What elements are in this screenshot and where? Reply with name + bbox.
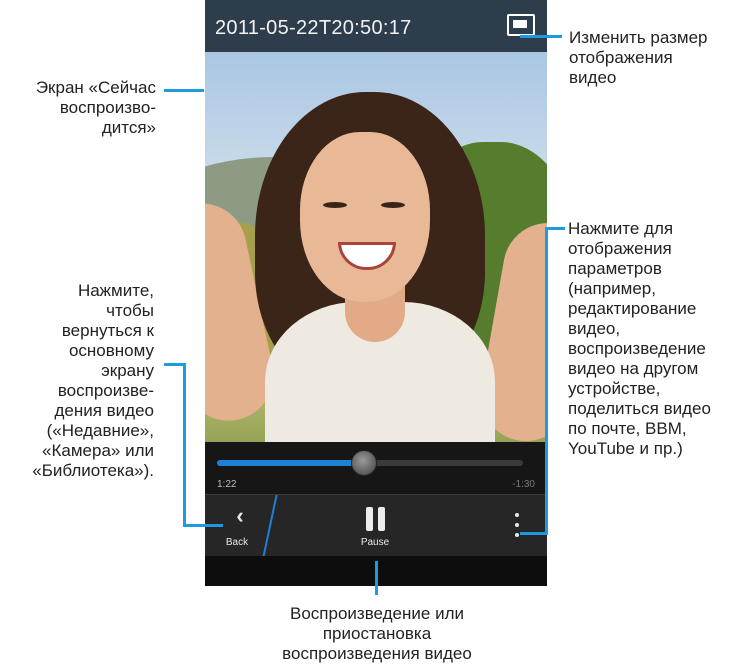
seek-track[interactable] (217, 450, 523, 476)
video-timestamp: 2011-05-22T20:50:17 (215, 17, 412, 39)
elapsed-time: 1:22 (217, 479, 237, 490)
callout-line (164, 89, 204, 92)
playback-controls: 1:22 -1:30 (205, 442, 547, 494)
resize-icon-inner (513, 20, 527, 28)
back-icon: ‹ (236, 503, 244, 528)
menu-dot (515, 523, 519, 527)
callout-line (545, 227, 565, 230)
callout-line (183, 524, 223, 527)
seek-progress (217, 460, 364, 466)
phone-screen: 2011-05-22T20:50:17 1:22 -1:30 ‹ Back Pa… (205, 0, 547, 586)
callout-line (520, 532, 548, 535)
callout-line (183, 363, 186, 527)
pause-button[interactable]: Pause (345, 495, 405, 557)
back-label: Back (225, 537, 249, 548)
callout-line (164, 363, 184, 366)
person-eye (323, 202, 347, 208)
callout-now-playing: Экран «Сейчас воспроизво- дится» (35, 78, 156, 137)
callout-options: Нажмите для отображения параметров (напр… (568, 219, 711, 458)
pause-label: Pause (360, 537, 390, 548)
pause-icon (378, 507, 385, 531)
callout-back: Нажмите, чтобы вернуться к основному экр… (32, 281, 154, 480)
callout-line (375, 561, 378, 595)
more-options-icon[interactable] (511, 513, 523, 539)
video-frame[interactable] (205, 52, 547, 442)
menu-dot (515, 513, 519, 517)
person-eye (381, 202, 405, 208)
callout-resize: Изменить размер отображения видео (569, 28, 708, 87)
callout-line (520, 35, 562, 38)
pause-icon (366, 507, 373, 531)
action-bar: ‹ Back Pause (205, 494, 547, 557)
title-bar: 2011-05-22T20:50:17 (205, 0, 547, 52)
seek-thumb[interactable] (350, 450, 377, 476)
resize-icon[interactable] (507, 14, 535, 36)
menu-dot (515, 533, 519, 537)
callout-pause: Воспроизведение или приостановка воспрои… (282, 604, 472, 663)
person-face (300, 132, 430, 302)
callout-line (545, 227, 548, 535)
remaining-time: -1:30 (512, 479, 535, 490)
